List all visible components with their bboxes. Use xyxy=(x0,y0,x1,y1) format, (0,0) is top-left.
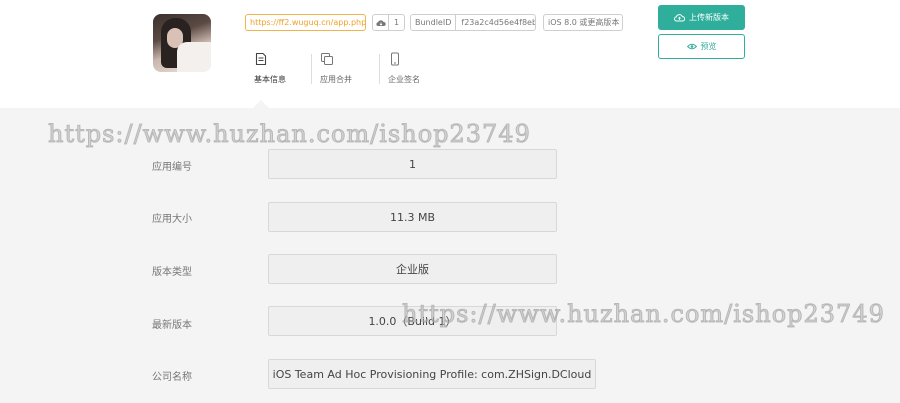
app-header: https://ff2.wuguq.cn/app.php/1 1 BundleI… xyxy=(0,0,900,108)
company-name-value: iOS Team Ad Hoc Provisioning Profile: co… xyxy=(268,359,596,389)
watermark: https://www.huzhan.com/ishop23749 xyxy=(48,120,531,149)
copy-icon xyxy=(321,53,333,65)
preview-button[interactable]: 预览 xyxy=(658,34,745,59)
preview-button-label: 预览 xyxy=(700,42,717,51)
latest-version-value: 1.0.0（Build 1） xyxy=(268,306,557,336)
app-number-value: 1 xyxy=(268,149,557,179)
tab-app-merge[interactable]: 应用合并 xyxy=(320,52,370,86)
phone-icon xyxy=(391,52,399,66)
cloud-download-icon xyxy=(373,15,389,30)
app-number-label: 应用编号 xyxy=(152,162,192,173)
tab-label: 基本信息 xyxy=(254,75,286,84)
upload-new-version-button[interactable]: 上传新版本 xyxy=(658,5,745,30)
bundle-id-label: BundleID xyxy=(411,15,457,30)
app-icon xyxy=(153,14,211,72)
app-size-value: 11.3 MB xyxy=(268,202,557,232)
tab-label: 企业签名 xyxy=(388,75,420,84)
bundle-id-tag: BundleID f23a2c4d56e4f8eb xyxy=(410,14,536,31)
tab-divider xyxy=(311,54,312,84)
bundle-id-value: f23a2c4d56e4f8eb xyxy=(461,18,536,27)
version-type-label: 版本类型 xyxy=(152,267,192,278)
latest-version-label: 最新版本 xyxy=(152,320,192,331)
tab-label: 应用合并 xyxy=(320,75,352,84)
active-tab-indicator xyxy=(253,100,269,108)
app-size-label: 应用大小 xyxy=(152,214,192,225)
company-name-label: 公司名称 xyxy=(152,372,192,383)
cloud-upload-icon xyxy=(674,14,685,22)
ios-requirement-tag: iOS 8.0 或更高版本 xyxy=(543,14,623,31)
eye-icon xyxy=(686,43,697,50)
tab-enterprise-sign[interactable]: 企业签名 xyxy=(388,52,438,86)
download-count-tag: 1 xyxy=(372,14,405,31)
tab-basic-info[interactable]: 基本信息 xyxy=(254,52,304,86)
document-icon xyxy=(255,52,267,66)
tab-divider xyxy=(379,54,380,84)
upload-button-label: 上传新版本 xyxy=(689,13,729,22)
app-url-tag[interactable]: https://ff2.wuguq.cn/app.php/1 xyxy=(245,14,366,31)
version-type-value: 企业版 xyxy=(268,254,557,284)
download-count: 1 xyxy=(393,18,400,27)
